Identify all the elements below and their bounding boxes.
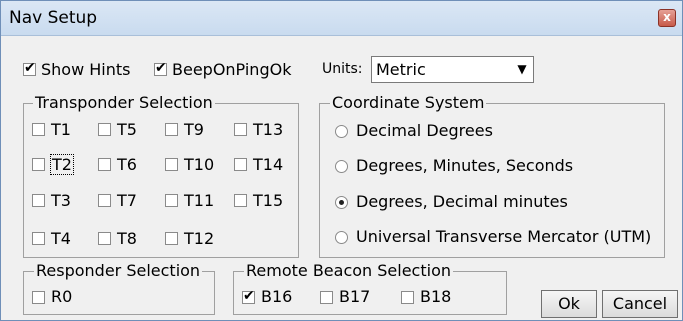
transponder-label-t15[interactable]: T15: [253, 191, 283, 210]
beep-on-ping-checkbox[interactable]: [154, 60, 167, 76]
units-value: Metric: [376, 60, 426, 79]
cancel-button[interactable]: Cancel: [602, 290, 678, 318]
radio-label-utm[interactable]: Universal Transverse Mercator (UTM): [356, 227, 651, 246]
beep-on-ping-label[interactable]: BeepOnPingOk: [172, 60, 291, 79]
transponder-checkbox-t10[interactable]: [165, 158, 178, 171]
transponder-label-t3[interactable]: T3: [51, 191, 71, 210]
transponder-label-t13[interactable]: T13: [253, 120, 283, 139]
transponder-checkbox-t15[interactable]: [234, 194, 247, 207]
radio-utm[interactable]: [335, 231, 348, 244]
show-hints-label[interactable]: Show Hints: [41, 60, 130, 79]
transponder-label-t9[interactable]: T9: [184, 120, 204, 139]
radio-degrees-minutes-seconds[interactable]: [335, 160, 348, 173]
responder-legend: Responder Selection: [34, 261, 203, 280]
transponder-label-t4[interactable]: T4: [51, 229, 71, 248]
transponder-label-t7[interactable]: T7: [117, 191, 137, 210]
transponder-checkbox-t2[interactable]: [32, 158, 45, 171]
title-bar[interactable]: Nav Setup x: [1, 1, 682, 36]
close-icon: x: [663, 10, 671, 24]
radio-label-degrees-minutes-seconds[interactable]: Degrees, Minutes, Seconds: [356, 156, 573, 175]
beacon-label-b16[interactable]: B16: [261, 287, 292, 306]
transponder-label-t8[interactable]: T8: [117, 229, 137, 248]
transponder-label-t6[interactable]: T6: [117, 155, 137, 174]
transponder-label-t14[interactable]: T14: [253, 155, 283, 174]
responder-checkbox-r0[interactable]: [32, 291, 45, 304]
transponder-checkbox-t8[interactable]: [98, 232, 111, 245]
transponder-checkbox-t9[interactable]: [165, 123, 178, 136]
close-button[interactable]: x: [658, 9, 676, 27]
transponder-checkbox-t12[interactable]: [165, 232, 178, 245]
beacon-label-b17[interactable]: B17: [339, 287, 370, 306]
transponder-checkbox-t6[interactable]: [98, 158, 111, 171]
transponder-checkbox-t4[interactable]: [32, 232, 45, 245]
radio-label-degrees-decimal-minutes[interactable]: Degrees, Decimal minutes: [356, 192, 568, 211]
transponder-label-t1[interactable]: T1: [51, 120, 71, 139]
window-title: Nav Setup: [9, 8, 98, 28]
transponder-label-t12[interactable]: T12: [184, 229, 214, 248]
radio-degrees-decimal-minutes[interactable]: [335, 196, 348, 209]
transponder-label-t2[interactable]: T2: [50, 154, 74, 175]
coordinate-system-legend: Coordinate System: [330, 93, 487, 112]
show-hints-checkbox[interactable]: [23, 60, 36, 76]
transponder-checkbox-t11[interactable]: [165, 194, 178, 207]
radio-decimal-degrees[interactable]: [335, 125, 348, 138]
beacon-checkbox-b18[interactable]: [401, 291, 414, 304]
transponder-checkbox-t5[interactable]: [98, 123, 111, 136]
remote-beacon-legend: Remote Beacon Selection: [244, 261, 453, 280]
ok-button[interactable]: Ok: [541, 290, 597, 318]
beacon-checkbox-b16[interactable]: [242, 288, 255, 304]
units-select[interactable]: Metric ▼: [371, 56, 534, 83]
transponder-label-t11[interactable]: T11: [184, 191, 214, 210]
transponder-checkbox-t7[interactable]: [98, 194, 111, 207]
transponder-label-t5[interactable]: T5: [117, 120, 137, 139]
transponder-legend: Transponder Selection: [33, 93, 215, 112]
responder-label-r0[interactable]: R0: [51, 287, 72, 306]
transponder-checkbox-t14[interactable]: [234, 158, 247, 171]
beacon-label-b18[interactable]: B18: [420, 287, 451, 306]
chevron-down-icon[interactable]: ▼: [511, 57, 533, 82]
transponder-checkbox-t13[interactable]: [234, 123, 247, 136]
transponder-checkbox-t3[interactable]: [32, 194, 45, 207]
radio-label-decimal-degrees[interactable]: Decimal Degrees: [356, 121, 493, 140]
nav-setup-dialog: Nav Setup x Show Hints BeepOnPingOk Unit…: [0, 0, 683, 321]
beacon-checkbox-b17[interactable]: [320, 291, 333, 304]
transponder-checkbox-t1[interactable]: [32, 123, 45, 136]
units-label: Units:: [322, 61, 363, 77]
transponder-label-t10[interactable]: T10: [184, 155, 214, 174]
